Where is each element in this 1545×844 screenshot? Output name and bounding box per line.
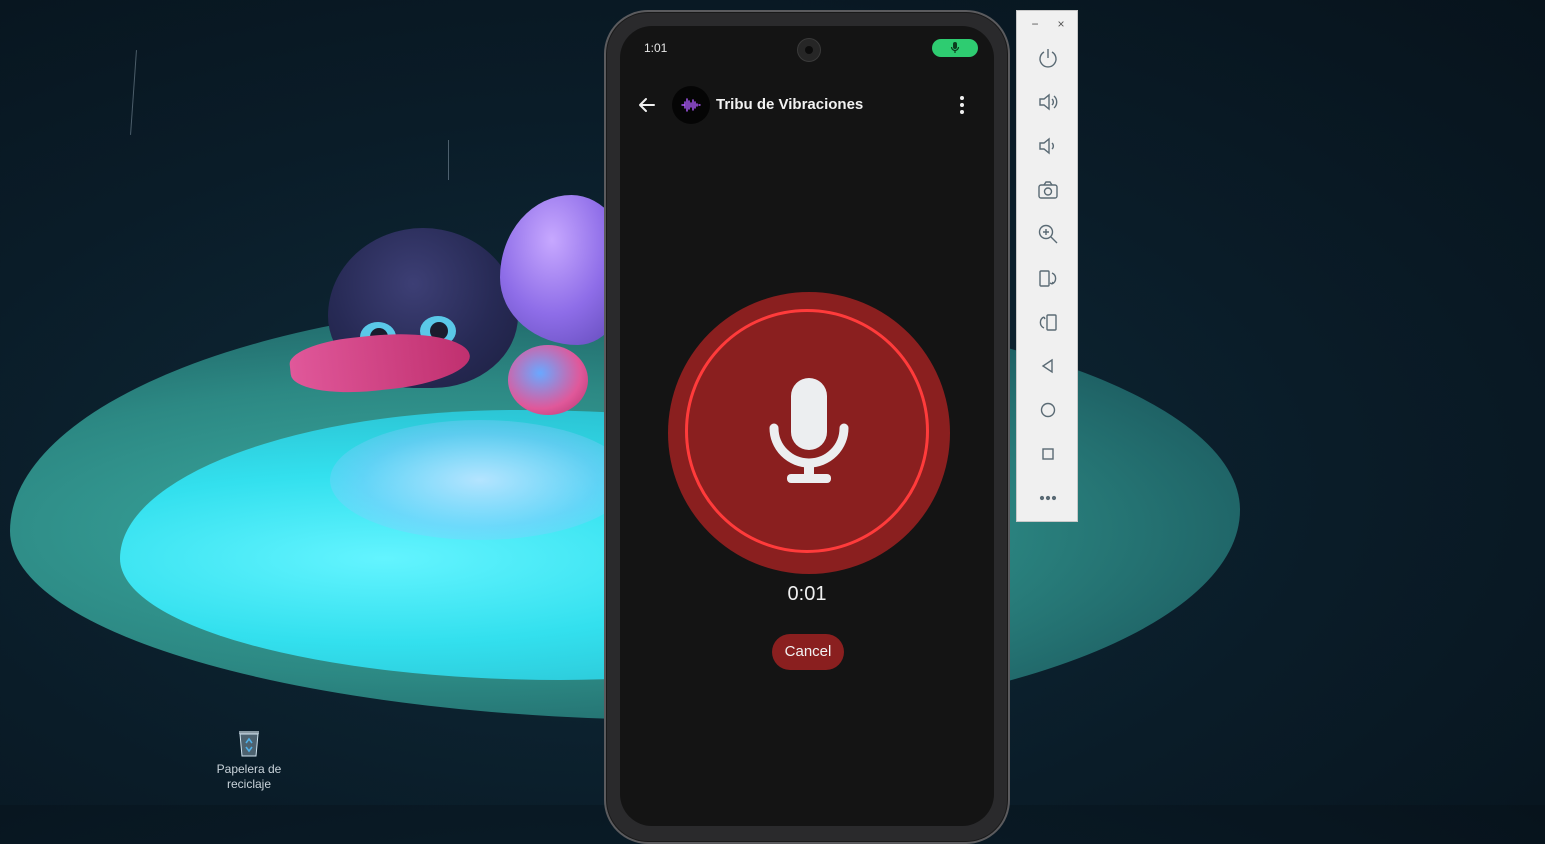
app-bar: Tribu de Vibraciones (620, 78, 994, 134)
back-arrow-icon[interactable] (634, 92, 660, 118)
waveform-icon (681, 98, 701, 112)
cancel-button[interactable]: Cancel (772, 634, 844, 670)
recycle-bin-label: Papelera de reciclaje (216, 762, 282, 791)
camera-icon[interactable] (1036, 178, 1060, 202)
volume-up-icon[interactable] (1036, 90, 1060, 114)
minimize-button[interactable]: − (1028, 17, 1042, 31)
home-circle-icon[interactable] (1036, 398, 1060, 422)
rotate-left-icon[interactable] (1036, 266, 1060, 290)
group-avatar[interactable] (672, 86, 710, 124)
overview-square-icon[interactable] (1036, 442, 1060, 466)
more-vert-icon[interactable] (952, 92, 972, 118)
microphone-icon (769, 378, 849, 483)
status-bar: 1:01 (620, 26, 994, 68)
wallpaper-water-glow (330, 420, 630, 540)
recycle-bin-shortcut[interactable]: Papelera de reciclaje (212, 728, 286, 792)
phone-screen: 1:01 Tribu de Vibraciones 0:01 Cancel (620, 26, 994, 826)
rain-streak (130, 50, 137, 135)
volume-down-icon[interactable] (1036, 134, 1060, 158)
record-button[interactable] (668, 292, 950, 574)
close-button[interactable]: × (1054, 17, 1068, 31)
recording-timer: 0:01 (787, 583, 827, 605)
mic-in-use-indicator (932, 39, 978, 57)
more-horiz-icon[interactable] (1036, 486, 1060, 510)
chat-title[interactable]: Tribu de Vibraciones (716, 96, 863, 113)
wallpaper-creature-mouth (508, 345, 588, 415)
back-triangle-icon[interactable] (1036, 354, 1060, 378)
recycle-bin-icon (236, 728, 262, 758)
front-camera (797, 38, 821, 62)
rain-streak (448, 140, 449, 180)
zoom-icon[interactable] (1036, 222, 1060, 246)
status-time: 1:01 (644, 41, 668, 55)
phone-frame: 1:01 Tribu de Vibraciones 0:01 Cancel (604, 10, 1010, 844)
emulator-toolbar: − × (1016, 10, 1078, 522)
power-icon[interactable] (1036, 46, 1060, 70)
mic-indicator-icon (950, 42, 960, 53)
rotate-right-icon[interactable] (1036, 310, 1060, 334)
